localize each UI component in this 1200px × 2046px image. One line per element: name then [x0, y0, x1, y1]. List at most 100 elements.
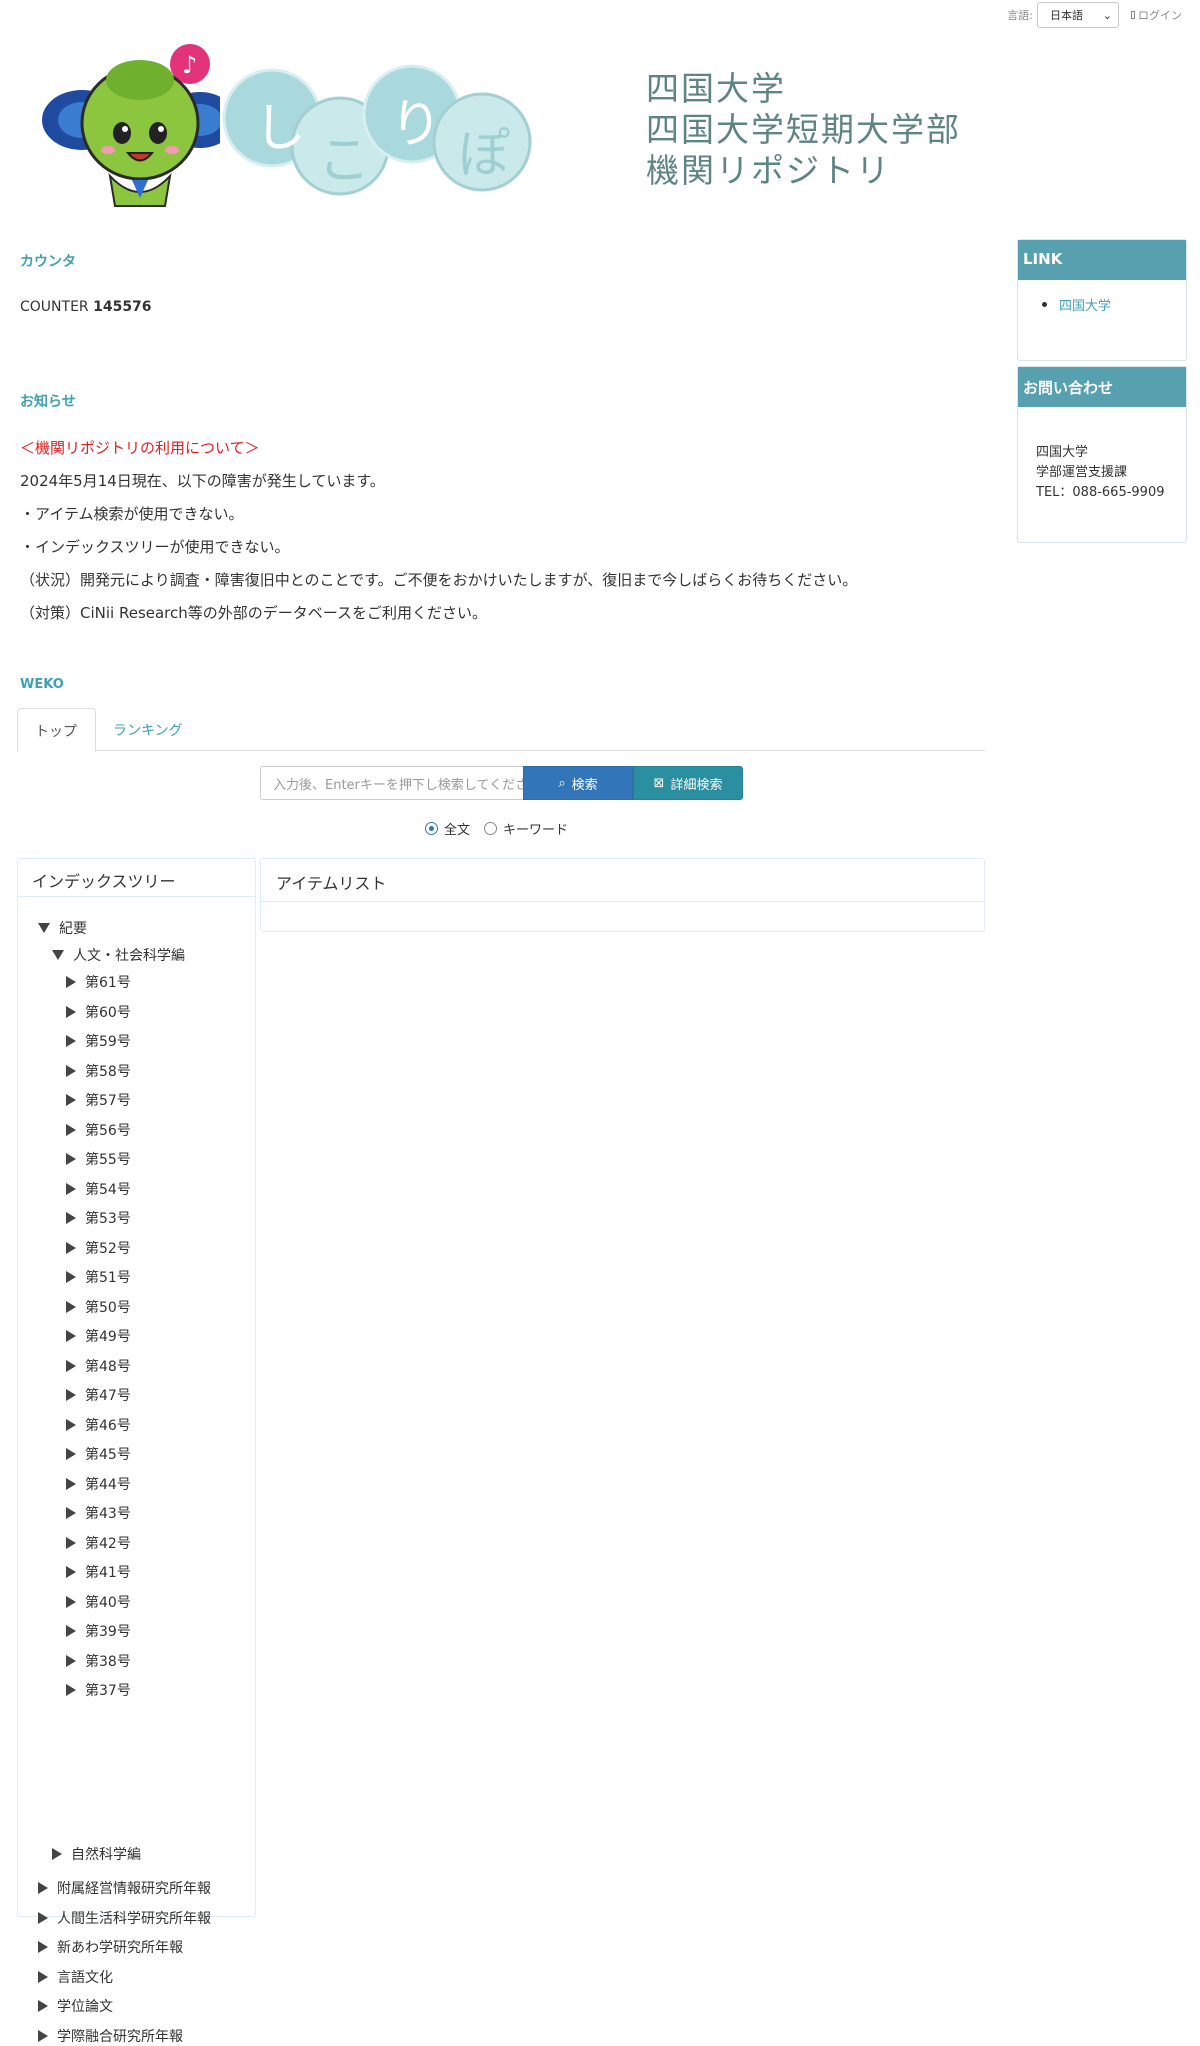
tree-node-label: 第43号 — [85, 1506, 131, 1522]
radio-fulltext[interactable]: 全文 — [425, 819, 470, 838]
tree-node-other[interactable]: 附属経営情報研究所年報 — [38, 1878, 211, 1898]
tree-node-other[interactable]: 言語文化 — [38, 1967, 113, 1987]
caret-right-icon[interactable] — [66, 1684, 76, 1696]
caret-right-icon[interactable] — [66, 1595, 76, 1608]
tree-node-volume[interactable]: 第43号 — [66, 1503, 131, 1523]
caret-right-icon[interactable] — [38, 2029, 48, 2042]
caret-right-icon[interactable] — [66, 1094, 76, 1106]
caret-right-icon[interactable] — [38, 1882, 48, 1894]
caret-right-icon[interactable] — [66, 1507, 76, 1519]
tree-node-label: 第60号 — [85, 1004, 131, 1021]
caret-right-icon[interactable] — [66, 1271, 76, 1283]
caret-right-icon[interactable] — [66, 1654, 76, 1667]
caret-right-icon[interactable] — [66, 1477, 76, 1490]
tree-node-volume[interactable]: 第46号 — [66, 1415, 131, 1435]
tree-node-volume[interactable]: 第58号 — [66, 1061, 131, 1081]
site-header: ♪ し こ り ぽ 四国大学 四国大学短期大学部 機関リポジトリ — [40, 38, 1010, 208]
tree-node-volume[interactable]: 第51号 — [66, 1267, 131, 1287]
tree-node-volume[interactable]: 第39号 — [66, 1621, 131, 1641]
institution-name-3: 機関リポジトリ — [646, 151, 891, 190]
contact-box-title: お問い合わせ — [1018, 367, 1186, 407]
tree-node-volume[interactable]: 第49号 — [66, 1326, 131, 1346]
caret-right-icon[interactable] — [66, 1241, 76, 1254]
caret-right-icon[interactable] — [38, 2000, 48, 2012]
tree-node-label: 第46号 — [85, 1417, 131, 1434]
caret-right-icon[interactable] — [66, 1035, 76, 1047]
detail-search-button[interactable]: ⊠ 詳細検索 — [633, 766, 743, 800]
caret-right-icon[interactable] — [66, 1448, 76, 1460]
index-tree-title: インデックスツリー — [18, 859, 255, 897]
caret-right-icon[interactable] — [66, 1625, 76, 1637]
tree-node-volume[interactable]: 第61号 — [66, 972, 131, 992]
tab-ranking[interactable]: ランキング — [96, 708, 200, 752]
caret-right-icon[interactable] — [38, 1970, 48, 1983]
caret-down-icon[interactable] — [52, 950, 64, 960]
tree-node-label: 第55号 — [85, 1152, 131, 1168]
tree-node-volume[interactable]: 第55号 — [66, 1149, 131, 1169]
link-shikoku-university[interactable]: 四国大学 — [1042, 295, 1111, 314]
tree-node-humanities[interactable]: 人文・社会科学編 — [52, 945, 185, 965]
tree-node-root[interactable]: 紀要 — [38, 918, 87, 938]
caret-right-icon[interactable] — [66, 1123, 76, 1136]
tree-node-volume[interactable]: 第59号 — [66, 1031, 131, 1051]
caret-right-icon[interactable] — [66, 1359, 76, 1372]
radio-fulltext-input[interactable] — [425, 822, 438, 835]
caret-right-icon[interactable] — [38, 1911, 48, 1924]
caret-right-icon[interactable] — [66, 1418, 76, 1431]
search-button[interactable]: ⌕ 検索 — [523, 766, 633, 800]
caret-right-icon[interactable] — [66, 976, 76, 988]
language-label: 言語: — [1007, 9, 1033, 22]
notice-line: （対策）CiNii Research等の外部のデータベースをご利用ください。 — [20, 604, 488, 622]
caret-right-icon[interactable] — [66, 1005, 76, 1018]
item-list-panel: アイテムリスト — [260, 858, 985, 932]
tree-node-volume[interactable]: 第42号 — [66, 1533, 131, 1553]
caret-right-icon[interactable] — [66, 1389, 76, 1401]
search-input[interactable]: 入力後、Enterキーを押下し検索してください — [260, 766, 523, 800]
detail-search-icon: ⊠ — [653, 775, 665, 791]
caret-right-icon[interactable] — [66, 1566, 76, 1578]
caret-right-icon[interactable] — [66, 1212, 76, 1224]
logo-char-2: こ — [318, 131, 371, 191]
caret-right-icon[interactable] — [66, 1330, 76, 1342]
tree-node-volume[interactable]: 第56号 — [66, 1120, 131, 1140]
tree-node-volume[interactable]: 第41号 — [66, 1562, 131, 1582]
tree-node-volume[interactable]: 第52号 — [66, 1238, 131, 1258]
tree-node-volume[interactable]: 第53号 — [66, 1208, 131, 1228]
tree-node-volume[interactable]: 第48号 — [66, 1356, 131, 1376]
caret-right-icon[interactable] — [66, 1182, 76, 1195]
tree-node-label: 学位論文 — [57, 1999, 113, 2015]
notice-body: ＜機関リポジトリの利用について＞ 2024年5月14日現在、以下の障害が発生して… — [20, 432, 857, 630]
tree-node-other[interactable]: 学際融合研究所年報 — [38, 2026, 183, 2046]
tree-node-volume[interactable]: 第60号 — [66, 1002, 131, 1022]
tree-node-label: 第42号 — [85, 1535, 131, 1552]
caret-right-icon[interactable] — [66, 1300, 76, 1313]
caret-down-icon[interactable] — [38, 923, 50, 933]
tree-node-volume[interactable]: 第40号 — [66, 1592, 131, 1612]
tree-node-other[interactable]: 人間生活科学研究所年報 — [38, 1908, 211, 1928]
tree-node-science[interactable]: 自然科学編 — [52, 1844, 141, 1864]
tree-node-other[interactable]: 新あわ学研究所年報 — [38, 1937, 183, 1957]
tree-node-other[interactable]: 学位論文 — [38, 1996, 113, 2016]
login-link[interactable]: ログイン — [1131, 7, 1182, 23]
tree-node-volume[interactable]: 第54号 — [66, 1179, 131, 1199]
tree-node-volume[interactable]: 第38号 — [66, 1651, 131, 1671]
tree-node-volume[interactable]: 第45号 — [66, 1444, 131, 1464]
radio-keyword-input[interactable] — [484, 822, 498, 835]
tree-node-volume[interactable]: 第57号 — [66, 1090, 131, 1110]
caret-right-icon[interactable] — [52, 1848, 62, 1860]
logo-char-1: し — [254, 99, 307, 159]
tree-node-volume[interactable]: 第50号 — [66, 1297, 131, 1317]
tree-node-volume[interactable]: 第47号 — [66, 1385, 131, 1405]
radio-keyword[interactable]: キーワード — [484, 819, 568, 838]
caret-right-icon[interactable] — [66, 1064, 76, 1077]
notice-line: （状況）開発元により調査・障害復旧中とのことです。ご不便をおかけいたしますが、復… — [20, 571, 858, 589]
caret-right-icon[interactable] — [66, 1153, 76, 1165]
tree-node-volume[interactable]: 第44号 — [66, 1474, 131, 1494]
tab-top[interactable]: トップ — [17, 708, 96, 752]
caret-right-icon[interactable] — [38, 1941, 48, 1953]
tree-node-volume[interactable]: 第37号 — [66, 1680, 131, 1700]
search-mode-radios: 全文 キーワード — [425, 819, 582, 838]
tree-node-label: 第59号 — [85, 1034, 131, 1050]
caret-right-icon[interactable] — [66, 1536, 76, 1549]
language-select[interactable]: 日本語 ⌄ — [1037, 2, 1119, 28]
